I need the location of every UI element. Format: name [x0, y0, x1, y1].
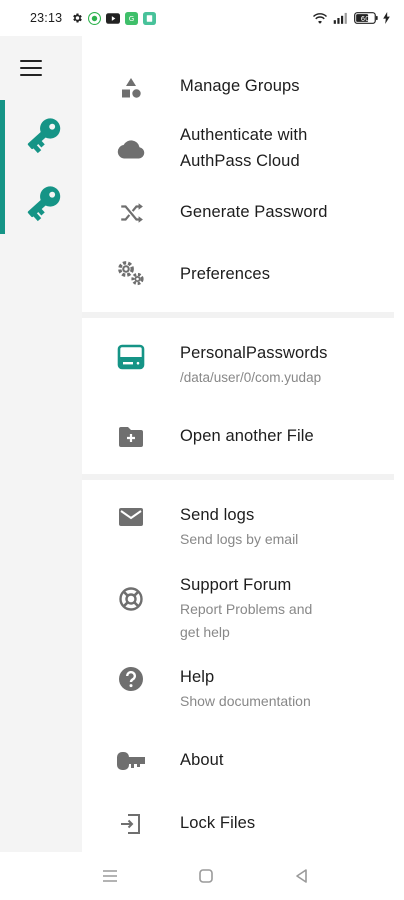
shapes-icon — [116, 73, 146, 103]
drawer-item-label: Support Forum — [180, 576, 292, 594]
cloud-icon — [116, 134, 146, 164]
help-icon — [116, 664, 146, 694]
drawer-item-label: Open another File — [180, 427, 314, 445]
recents-menu-icon[interactable] — [100, 866, 120, 886]
key-icon — [116, 746, 146, 776]
app-icon-green: G — [125, 11, 139, 25]
settings-icon — [73, 13, 83, 23]
exit-icon — [116, 809, 146, 839]
drawer-item-label: Lock Files — [180, 814, 256, 832]
menu-icon[interactable] — [20, 60, 42, 78]
drawer-item-about[interactable]: About — [82, 746, 394, 776]
back-icon[interactable] — [292, 866, 312, 886]
wifi-icon — [312, 12, 328, 24]
key-icon[interactable] — [22, 180, 66, 224]
lifebuoy-icon — [116, 584, 146, 614]
drawer-item-label: Send logs — [180, 506, 255, 524]
status-time: 23:13 — [30, 11, 63, 25]
charging-icon — [383, 12, 390, 24]
status-notification-icons: G — [71, 11, 157, 25]
drawer-item-label: Help — [180, 668, 215, 686]
drawer-item-lock-files[interactable]: Lock Files — [82, 809, 394, 839]
drawer-item-authpass-cloud[interactable]: Authenticate with AuthPass Cloud — [82, 122, 394, 176]
drawer-item-personal-passwords[interactable]: PersonalPasswords /data/user/0/com.yudap — [82, 340, 394, 390]
battery-level: 60 — [361, 15, 370, 23]
gears-icon — [116, 258, 146, 288]
storage-icon — [116, 342, 146, 372]
drawer-item-manage-groups[interactable]: Manage Groups — [82, 70, 394, 104]
drawer-divider — [82, 474, 394, 480]
drawer-item-label-line1: Authenticate with — [180, 126, 308, 144]
drawer-item-open-another-file[interactable]: Open another File — [82, 420, 394, 454]
system-navigation-bar — [0, 852, 404, 900]
key-icon[interactable] — [22, 112, 66, 156]
status-system-icons: 60 — [312, 12, 390, 25]
drawer-item-label: Generate Password — [180, 203, 328, 221]
selected-indicator — [0, 100, 5, 234]
app-icon-teal — [143, 11, 157, 25]
drawer-item-subtitle-line1: Report Problems and — [180, 601, 313, 617]
svg-text:G: G — [129, 14, 134, 23]
drawer-item-label: Manage Groups — [180, 77, 300, 95]
drawer-item-send-logs[interactable]: Send logs Send logs by email — [82, 502, 394, 552]
drawer-divider — [82, 312, 394, 318]
youtube-icon — [106, 12, 121, 24]
drawer-item-label: About — [180, 751, 224, 769]
mail-icon — [116, 502, 146, 532]
file-name: PersonalPasswords — [180, 344, 328, 362]
status-bar: 23:13 G 60 — [0, 0, 404, 36]
folder-add-icon — [116, 422, 146, 452]
drawer-item-subtitle: Send logs by email — [180, 531, 299, 547]
shuffle-icon — [116, 198, 146, 228]
drawer-item-help[interactable]: Help Show documentation — [82, 664, 394, 714]
drawer-item-label-line2: AuthPass Cloud — [180, 152, 300, 170]
file-path: /data/user/0/com.yudap — [180, 370, 322, 385]
signal-icon — [333, 12, 347, 24]
drawer-item-generate-password[interactable]: Generate Password — [82, 196, 394, 230]
background-file-list — [0, 36, 82, 852]
home-icon[interactable] — [196, 866, 216, 886]
drawer-item-subtitle: Show documentation — [180, 693, 311, 709]
drawer-item-label: Preferences — [180, 265, 271, 283]
battery-icon: 60 — [354, 12, 378, 24]
drawer-item-support-forum[interactable]: Support Forum Report Problems and get he… — [82, 572, 394, 646]
messenger-icon — [88, 11, 102, 25]
drawer-item-preferences[interactable]: Preferences — [82, 258, 394, 292]
drawer-item-subtitle-line2: get help — [180, 624, 230, 640]
